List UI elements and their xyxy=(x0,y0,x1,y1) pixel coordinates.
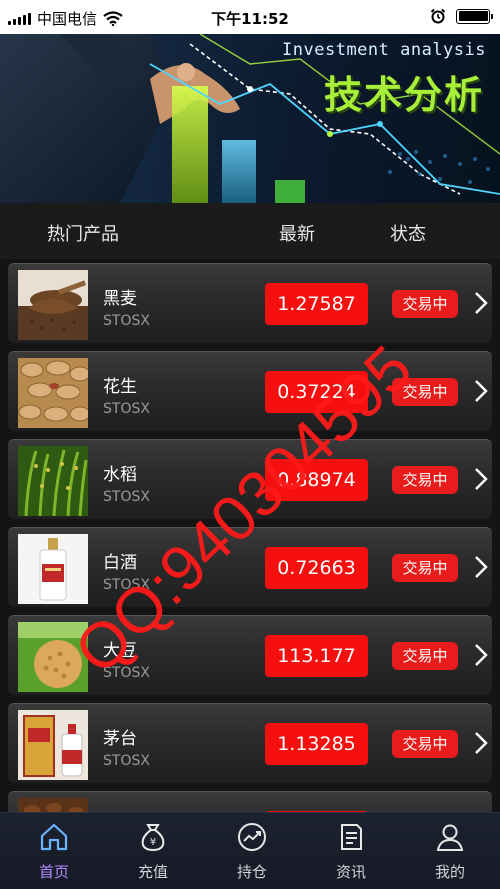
product-name: 黑麦 xyxy=(103,289,137,309)
product-name: 白酒 xyxy=(103,553,137,573)
product-row[interactable]: 咖啡 xyxy=(8,791,492,812)
chevron-right-icon[interactable] xyxy=(474,731,488,755)
chevron-right-icon[interactable] xyxy=(474,291,488,315)
price-badge: 0.72663 xyxy=(265,547,368,589)
trading-status-badge: 交易中 xyxy=(392,554,458,582)
header-product: 热门产品 xyxy=(47,224,119,245)
banner[interactable]: Investment analysis 技术分析 xyxy=(0,34,500,203)
rye-image xyxy=(18,270,88,340)
tab-home[interactable]: 首页 xyxy=(4,813,104,889)
liquor-image xyxy=(18,534,88,604)
banner-title-cn: 技术分析 xyxy=(323,73,484,117)
trading-status-badge: 交易中 xyxy=(392,642,458,670)
tab-label: 充值 xyxy=(137,863,168,881)
product-code: STOSX xyxy=(103,489,150,505)
banner-title-en: Investment analysis xyxy=(282,40,486,60)
maotai-image xyxy=(18,710,88,780)
chart-icon xyxy=(238,823,266,851)
tab-label: 持仓 xyxy=(236,863,267,881)
user-icon xyxy=(436,824,464,851)
tab-label: 资讯 xyxy=(335,863,366,881)
tab-positions[interactable]: 持仓 xyxy=(202,813,302,889)
product-list[interactable]: 黑麦 STOSX 1.27587 交易中 花生 STOSX 0.37224 交易… xyxy=(0,259,500,812)
money-bag-icon: ¥ xyxy=(141,824,165,852)
product-row[interactable]: 黑麦 STOSX 1.27587 交易中 xyxy=(8,263,492,343)
tab-recharge[interactable]: ¥ 充值 xyxy=(103,813,203,889)
price-badge: 113.177 xyxy=(265,635,368,677)
chevron-right-icon[interactable] xyxy=(474,555,488,579)
peanut-image xyxy=(18,358,88,428)
product-name: 茅台 xyxy=(103,729,137,749)
alarm-icon xyxy=(430,8,446,24)
product-name: 大豆 xyxy=(103,641,137,661)
product-row[interactable]: 水稻 STOSX 0.88974 交易中 xyxy=(8,439,492,519)
soybean-image xyxy=(18,622,88,692)
tab-profile[interactable]: 我的 xyxy=(400,813,500,889)
battery-icon xyxy=(456,8,493,24)
product-row[interactable]: 茅台 STOSX 1.13285 交易中 xyxy=(8,703,492,783)
tab-label: 首页 xyxy=(38,863,69,881)
product-name: 花生 xyxy=(103,377,137,397)
chevron-right-icon[interactable] xyxy=(474,643,488,667)
clock: 下午11:52 xyxy=(211,10,289,28)
product-code: STOSX xyxy=(103,313,150,329)
product-code: STOSX xyxy=(103,753,150,769)
news-icon xyxy=(341,824,362,850)
home-icon xyxy=(40,823,68,851)
tab-news[interactable]: 资讯 xyxy=(301,813,401,889)
tab-label: 我的 xyxy=(434,863,465,881)
price-badge: 0.37224 xyxy=(265,371,368,413)
header-latest: 最新 xyxy=(279,224,315,245)
product-row[interactable]: 白酒 STOSX 0.72663 交易中 xyxy=(8,527,492,607)
trading-status-badge: 交易中 xyxy=(392,290,458,318)
status-bar: 中国电信 下午11:52 xyxy=(0,0,500,34)
chevron-right-icon[interactable] xyxy=(474,379,488,403)
trading-status-badge: 交易中 xyxy=(392,378,458,406)
product-name: 水稻 xyxy=(103,465,137,485)
coffee-image xyxy=(18,798,88,812)
product-code: STOSX xyxy=(103,665,150,681)
price-badge: 1.27587 xyxy=(265,283,368,325)
chevron-right-icon[interactable] xyxy=(474,467,488,491)
tab-bar: 首页 ¥ 充值 持仓 资讯 我的 xyxy=(0,812,500,889)
product-code: STOSX xyxy=(103,577,150,593)
product-row[interactable]: 花生 STOSX 0.37224 交易中 xyxy=(8,351,492,431)
price-badge: 1.13285 xyxy=(265,723,368,765)
product-code: STOSX xyxy=(103,401,150,417)
header-status: 状态 xyxy=(390,224,426,245)
trading-status-badge: 交易中 xyxy=(392,466,458,494)
list-header: 热门产品 最新 状态 xyxy=(0,203,500,259)
price-badge: 0.88974 xyxy=(265,459,368,501)
rice-image xyxy=(18,446,88,516)
svg-text:¥: ¥ xyxy=(150,837,156,848)
trading-status-badge: 交易中 xyxy=(392,730,458,758)
product-row[interactable]: 大豆 STOSX 113.177 交易中 xyxy=(8,615,492,695)
